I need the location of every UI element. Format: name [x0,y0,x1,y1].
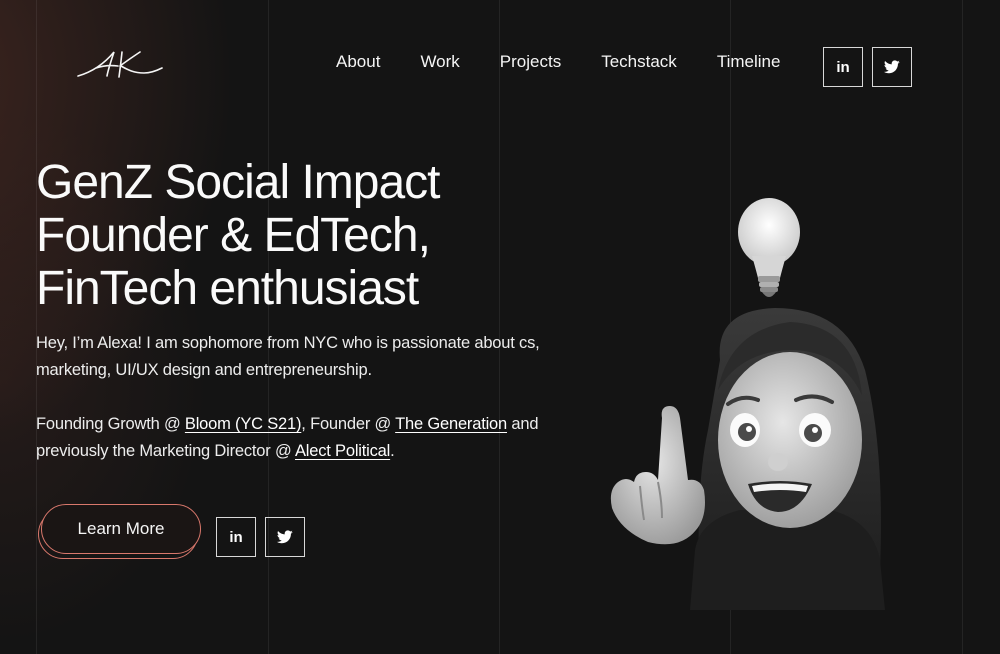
nav-timeline[interactable]: Timeline [717,52,781,72]
hero-intro: Hey, I’m Alexa! I am sophomore from NYC … [36,334,540,379]
header-linkedin-button[interactable]: in [823,47,863,87]
roles-text: , Founder @ [301,415,396,433]
hero-twitter-button[interactable] [265,517,305,557]
header-twitter-button[interactable] [872,47,912,87]
hero-linkedin-button[interactable]: in [216,517,256,557]
main-nav: About Work Projects Techstack Timeline [336,52,820,72]
grid-line [36,0,37,654]
linkedin-icon: in [229,528,243,546]
nav-about[interactable]: About [336,52,380,72]
headline-line-2: Founder & EdTech, [36,209,431,262]
bloom-link[interactable]: Bloom (YC S21) [185,415,302,433]
lightbulb-icon [738,198,800,297]
memoji-avatar [610,198,885,610]
pointing-hand-icon [610,406,705,545]
alect-political-link[interactable]: Alect Political [295,442,390,460]
grid-line [962,0,963,654]
headline-line-3: FinTech enthusiast [36,262,419,315]
learn-more-button[interactable]: Learn More [41,504,201,554]
nav-techstack[interactable]: Techstack [601,52,677,72]
headline-line-1: GenZ Social Impact [36,156,440,209]
logo[interactable] [74,46,166,84]
roles-text: Founding Growth @ [36,415,185,433]
nav-projects[interactable]: Projects [500,52,561,72]
the-generation-link[interactable]: The Generation [395,415,507,433]
nav-work[interactable]: Work [420,52,459,72]
linkedin-icon: in [836,58,850,76]
learn-more-group: Learn More [38,504,202,560]
twitter-icon [884,60,900,74]
grid-line [499,0,500,654]
signature-logo-icon [77,51,163,78]
hero-roles: Founding Growth @ Bloom (YC S21), Founde… [36,411,576,465]
hero-headline: GenZ Social Impact Founder & EdTech, Fin… [36,156,596,315]
twitter-icon [277,530,293,544]
roles-text: . [390,442,395,460]
